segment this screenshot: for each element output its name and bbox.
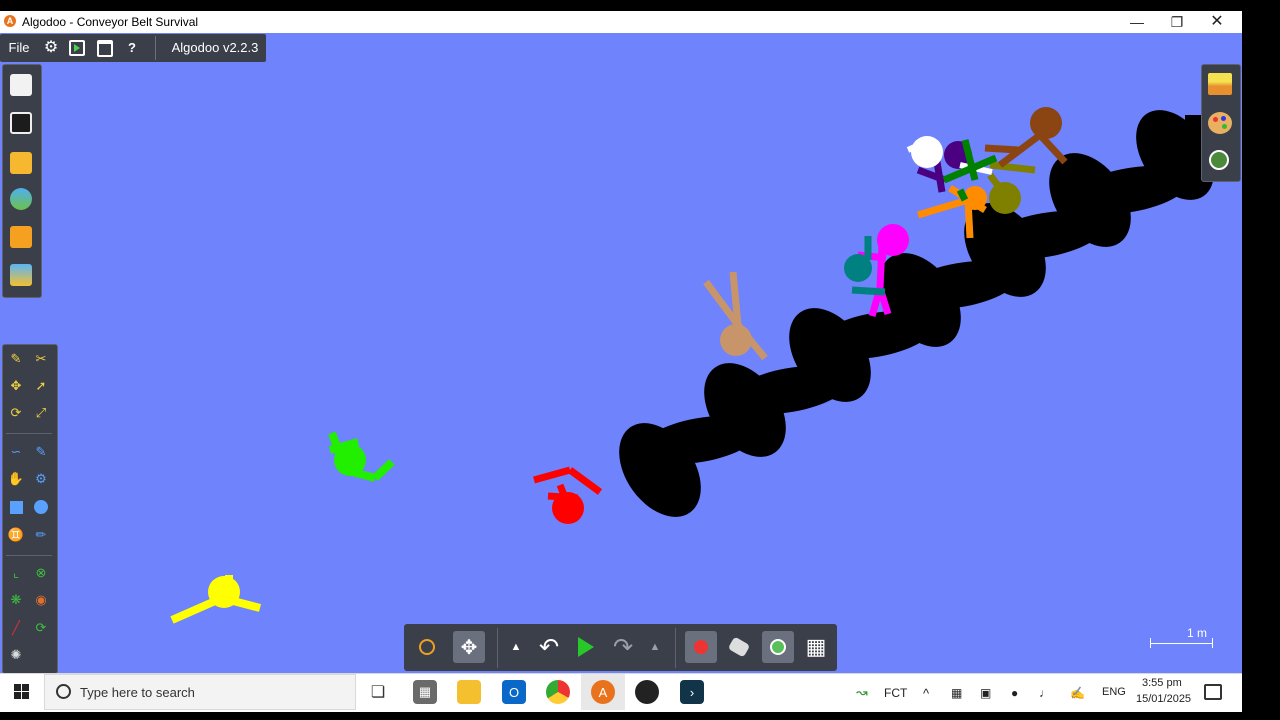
drag-tool-icon[interactable]: ➚ bbox=[33, 378, 49, 394]
file-explorer-icon[interactable] bbox=[457, 680, 481, 704]
air-friction-icon[interactable] bbox=[723, 631, 755, 663]
tools-divider-2 bbox=[6, 555, 52, 556]
background-icon[interactable] bbox=[1208, 73, 1232, 95]
outlook-icon[interactable]: O bbox=[502, 680, 526, 704]
open-web-icon[interactable] bbox=[10, 188, 32, 210]
file-menu[interactable]: File bbox=[4, 34, 34, 62]
zoom-to-scene-icon[interactable] bbox=[1209, 150, 1229, 170]
volume-icon[interactable]: ♩ bbox=[1039, 686, 1051, 700]
laser-tool-icon[interactable]: ╱ bbox=[8, 620, 24, 636]
palette-icon[interactable] bbox=[1208, 112, 1232, 134]
open-folder-icon[interactable] bbox=[10, 152, 32, 174]
lessons-icon[interactable] bbox=[10, 226, 32, 248]
search-placeholder: Type here to search bbox=[80, 685, 195, 700]
play-scene-icon[interactable] bbox=[66, 34, 88, 62]
circle-tool-icon[interactable] bbox=[33, 499, 49, 515]
rotate-tool-icon[interactable]: ⟳ bbox=[8, 405, 24, 421]
window-icon[interactable] bbox=[94, 34, 116, 62]
tan-ragdoll[interactable] bbox=[703, 271, 768, 361]
control-divider bbox=[497, 628, 498, 668]
save-image-icon[interactable] bbox=[10, 264, 32, 286]
move-tool-icon[interactable]: ✥ bbox=[8, 378, 24, 394]
stocks-icon[interactable]: ↝ bbox=[856, 684, 868, 701]
tools-divider bbox=[6, 433, 52, 434]
grid-icon[interactable]: ▦ bbox=[800, 631, 832, 663]
new-scene-icon[interactable] bbox=[10, 74, 32, 96]
scale-bar bbox=[1150, 643, 1213, 644]
chevron-up-icon[interactable]: ^ bbox=[923, 686, 929, 701]
terminal-icon[interactable]: › bbox=[680, 680, 704, 704]
minimize-icon[interactable]: — bbox=[1117, 11, 1157, 33]
tracer-tool-icon[interactable]: ◉ bbox=[33, 592, 49, 608]
print-icon[interactable] bbox=[10, 112, 32, 134]
red-ragdoll[interactable] bbox=[533, 466, 603, 524]
pen-icon[interactable]: ✍ bbox=[1070, 686, 1085, 700]
redo-menu-icon[interactable]: ▲ bbox=[642, 631, 668, 663]
file-toolbar bbox=[2, 64, 42, 298]
play-icon[interactable] bbox=[570, 631, 602, 663]
chain-tool-icon[interactable]: ⌞ bbox=[8, 565, 24, 581]
green-ragdoll[interactable] bbox=[328, 431, 395, 482]
box-tool-icon[interactable] bbox=[8, 499, 24, 515]
axle-tool-icon[interactable]: ⊗ bbox=[33, 565, 49, 581]
calculator-icon[interactable]: ▦ bbox=[413, 680, 437, 704]
water-tool-icon[interactable]: ✺ bbox=[8, 647, 24, 663]
scale-label: 1 m bbox=[1187, 626, 1208, 640]
undo-menu-icon[interactable]: ▲ bbox=[503, 631, 529, 663]
clock-date[interactable]: 15/01/2025 bbox=[1136, 693, 1191, 705]
brush-tool-icon[interactable]: ✎ bbox=[33, 444, 49, 460]
scale-bar-left-tick bbox=[1150, 638, 1151, 648]
rope-tool-icon[interactable]: ∽ bbox=[8, 444, 24, 460]
redo-icon[interactable]: ↷ bbox=[607, 631, 639, 663]
task-view-icon[interactable]: ❏ bbox=[366, 680, 390, 704]
cut-tool-icon[interactable]: ✂ bbox=[33, 351, 49, 367]
algodoo-icon[interactable]: A bbox=[591, 680, 615, 704]
settings-gear-icon[interactable]: ⚙ bbox=[40, 34, 62, 62]
gravity-icon[interactable] bbox=[685, 631, 717, 663]
version-label: Algodoo v2.2.3 bbox=[171, 40, 259, 55]
notifications-icon[interactable] bbox=[1204, 684, 1222, 700]
fixate-tool-icon[interactable]: ♊ bbox=[8, 527, 24, 543]
windows-start-icon[interactable] bbox=[14, 684, 30, 700]
pan-icon[interactable]: ✥ bbox=[453, 631, 485, 663]
scale-tool-icon[interactable]: ⤢ bbox=[33, 405, 49, 421]
undo-icon[interactable]: ↶ bbox=[533, 631, 565, 663]
collision-icon[interactable] bbox=[762, 631, 794, 663]
search-icon bbox=[56, 684, 71, 699]
zoom-icon[interactable] bbox=[411, 631, 443, 663]
brown-ragdoll[interactable] bbox=[984, 107, 1068, 168]
spring-tool-icon[interactable]: ✏ bbox=[33, 527, 49, 543]
plane-tool-icon[interactable]: ✋ bbox=[8, 471, 24, 487]
wifi-icon[interactable]: ● bbox=[1011, 686, 1018, 700]
gear-tool-icon[interactable]: ⚙ bbox=[33, 471, 49, 487]
hinge-tool-icon[interactable]: ⟳ bbox=[33, 620, 49, 636]
help-icon[interactable]: ? bbox=[122, 34, 142, 62]
weather-label[interactable]: FCT bbox=[884, 686, 907, 700]
display-tray-icon[interactable]: ▣ bbox=[980, 686, 991, 700]
window-title: Algodoo - Conveyor Belt Survival bbox=[22, 15, 199, 29]
obs-icon[interactable] bbox=[635, 680, 659, 704]
control-divider-2 bbox=[675, 628, 676, 668]
chrome-icon[interactable] bbox=[546, 680, 570, 704]
yellow-ragdoll[interactable] bbox=[170, 575, 262, 624]
simulation-canvas[interactable] bbox=[0, 33, 1242, 673]
save-tray-icon[interactable]: ▦ bbox=[951, 686, 962, 700]
language-label[interactable]: ENG bbox=[1102, 686, 1126, 698]
thruster-tool-icon[interactable]: ❋ bbox=[8, 592, 24, 608]
olive-ragdoll[interactable] bbox=[987, 161, 1036, 214]
menu-divider bbox=[155, 36, 156, 60]
screen-border bbox=[1242, 0, 1280, 720]
algodoo-logo-icon: A bbox=[4, 15, 16, 27]
scale-bar-right-tick bbox=[1212, 638, 1213, 648]
restore-icon[interactable]: ❐ bbox=[1157, 11, 1197, 33]
close-icon[interactable]: ✕ bbox=[1197, 11, 1237, 33]
sketch-tool-icon[interactable]: ✎ bbox=[8, 351, 24, 367]
clock-time[interactable]: 3:55 pm bbox=[1142, 677, 1182, 689]
